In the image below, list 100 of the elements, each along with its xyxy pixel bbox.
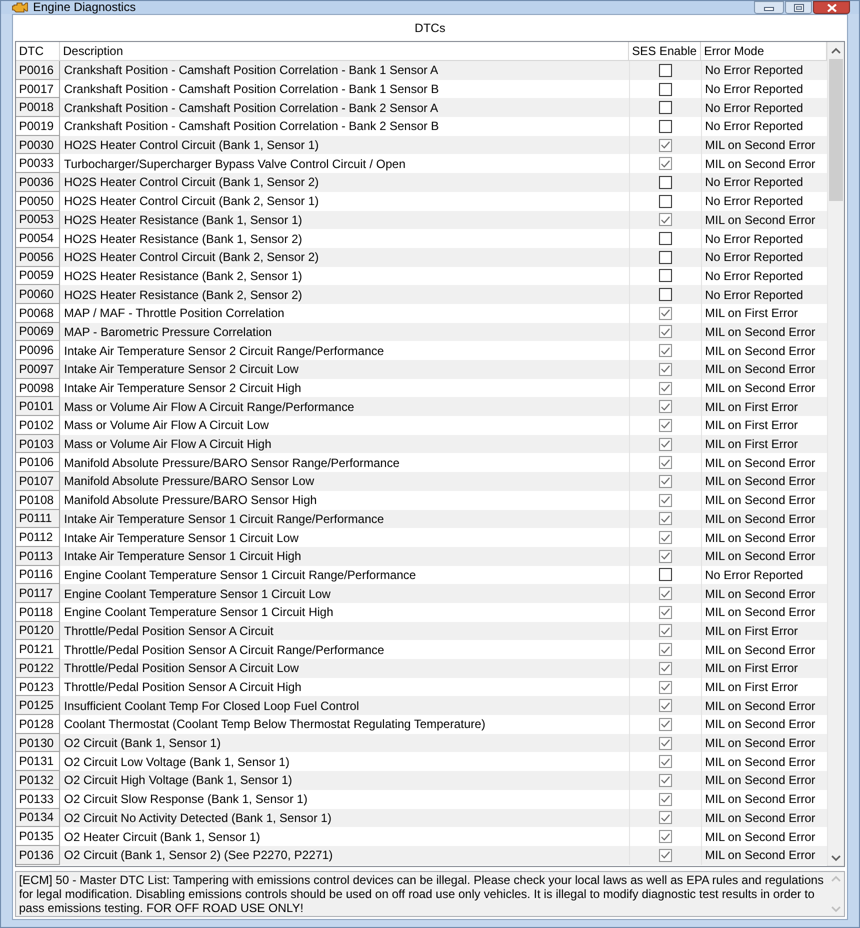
checkbox[interactable] xyxy=(659,438,672,451)
checkbox[interactable] xyxy=(659,680,672,694)
error-mode-text: MIL on First Error xyxy=(704,437,799,452)
checkbox[interactable] xyxy=(659,456,672,470)
error-mode-text: MIL on First Error xyxy=(704,624,799,638)
table-row[interactable]: P0113 Intake Air Temperature Sensor 1 Circuit High MIL on Second Error xyxy=(16,546,827,566)
checkbox[interactable] xyxy=(659,101,672,114)
checkbox[interactable] xyxy=(659,157,672,170)
checkbox[interactable] xyxy=(659,811,672,824)
checkmark-icon xyxy=(661,646,670,654)
table-row[interactable]: P0101 Mass or Volume Air Flow A Circuit Range/Performance MIL on First Error xyxy=(16,397,827,416)
checkbox[interactable] xyxy=(659,344,672,358)
table-row[interactable]: P0111 Intake Air Temperature Sensor 1 Circuit Range/Performance MIL on Second Error xyxy=(16,510,827,528)
checkbox[interactable] xyxy=(659,400,672,414)
error-mode-text: MIL on First Error xyxy=(704,661,799,676)
checkbox[interactable] xyxy=(659,64,672,77)
checkbox[interactable] xyxy=(659,830,672,844)
description-text: O2 Circuit High Voltage (Bank 1, Sensor 1) xyxy=(63,773,294,788)
table-row[interactable]: P0120 Throttle/Pedal Position Sensor A Circuit MIL on First Error xyxy=(16,622,827,640)
description-text: O2 Circuit Slow Response (Bank 1, Sensor 1) xyxy=(63,792,308,806)
checkbox[interactable] xyxy=(659,382,672,395)
checkbox[interactable] xyxy=(659,494,672,507)
error-mode-text: MIL on Second Error xyxy=(704,456,816,470)
checkmark-icon xyxy=(661,758,670,766)
checkbox[interactable] xyxy=(659,82,672,96)
panel-title: DTCs xyxy=(414,21,446,35)
table-row[interactable]: P0107 Manifold Absolute Pressure/BARO Sensor Low MIL on Second Error xyxy=(16,472,827,491)
table-row[interactable]: P0122 Throttle/Pedal Position Sensor A Circuit Low MIL on First Error xyxy=(16,659,827,678)
description-text: HO2S Heater Resistance (Bank 1, Sensor 1) xyxy=(63,212,304,227)
table-row[interactable]: P0125 Insufficient Coolant Temp For Closed Loop Fuel Control MIL on Second Error xyxy=(16,696,827,716)
checkbox[interactable] xyxy=(659,120,672,133)
maximize-button[interactable] xyxy=(785,1,812,14)
checkbox[interactable] xyxy=(659,138,672,152)
checkbox[interactable] xyxy=(659,531,672,544)
checkbox[interactable] xyxy=(659,755,672,768)
table-row[interactable]: P0056 HO2S Heater Control Circuit (Bank 2, Sensor 2) No Error Reported xyxy=(16,248,827,267)
table-row[interactable]: P0134 O2 Circuit No Activity Detected (Bank 1, Sensor 1) MIL on Second Error xyxy=(16,808,827,828)
description-text: O2 Circuit Low Voltage (Bank 1, Sensor 1) xyxy=(63,754,290,769)
table-row[interactable]: P0053 HO2S Heater Resistance (Bank 1, Sensor 1) MIL on Second Error xyxy=(16,210,827,230)
checkbox[interactable] xyxy=(659,306,672,320)
error-mode-text: No Error Reported xyxy=(704,250,804,264)
minimize-button[interactable] xyxy=(754,1,784,14)
close-icon xyxy=(826,4,836,12)
column-header[interactable]: DTC xyxy=(16,42,60,60)
table-row[interactable]: P0132 O2 Circuit High Voltage (Bank 1, Sensor 1) MIL on Second Error xyxy=(16,771,827,790)
checkbox[interactable] xyxy=(659,512,672,526)
checkbox[interactable] xyxy=(659,848,672,862)
checkbox[interactable] xyxy=(659,213,672,226)
description-text: Crankshaft Position - Camshaft Position Correlation - Bank 1 Sensor A xyxy=(63,63,440,78)
table-row[interactable]: P0116 Engine Coolant Temperature Sensor 1 Circuit Range/Performance No Error Reported xyxy=(16,566,827,584)
checkbox[interactable] xyxy=(659,550,672,563)
checkbox[interactable] xyxy=(659,232,672,246)
close-button[interactable] xyxy=(813,1,850,14)
table-row[interactable]: P0016 Crankshaft Position - Camshaft Position Correlation - Bank 1 Sensor A No Error Reported xyxy=(16,61,827,80)
table-row[interactable]: P0059 HO2S Heater Resistance (Bank 2, Sensor 1) No Error Reported xyxy=(16,266,827,286)
table-row[interactable]: P0018 Crankshaft Position - Camshaft Position Correlation - Bank 2 Sensor A No Error Reported xyxy=(16,98,827,118)
checkbox[interactable] xyxy=(659,774,672,787)
checkbox[interactable] xyxy=(659,624,672,638)
table-row[interactable]: P0117 Engine Coolant Temperature Sensor 1 Circuit Low MIL on Second Error xyxy=(16,584,827,603)
scrollbar-thumb[interactable] xyxy=(829,59,843,201)
checkbox[interactable] xyxy=(659,718,672,731)
checkbox[interactable] xyxy=(659,269,672,282)
checkbox[interactable] xyxy=(659,736,672,750)
checkbox[interactable] xyxy=(659,662,672,675)
description-text: HO2S Heater Control Circuit (Bank 2, Sensor 2) xyxy=(63,250,320,264)
checkbox[interactable] xyxy=(659,606,672,619)
table-row[interactable]: P0017 Crankshaft Position - Camshaft Position Correlation - Bank 1 Sensor B No Error Reported xyxy=(16,80,827,98)
error-mode-text: MIL on Second Error xyxy=(704,344,816,358)
error-mode-text: No Error Reported xyxy=(704,63,804,78)
column-header[interactable]: Description xyxy=(60,42,629,60)
checkbox[interactable] xyxy=(659,568,672,582)
checkbox[interactable] xyxy=(659,362,672,376)
checkbox[interactable] xyxy=(659,418,672,432)
column-header[interactable]: SES Enable xyxy=(629,42,701,60)
checkbox[interactable] xyxy=(659,194,672,208)
checkbox[interactable] xyxy=(659,474,672,488)
table-row[interactable]: P0060 HO2S Heater Resistance (Bank 2, Sensor 2) No Error Reported xyxy=(16,285,827,304)
checkbox[interactable] xyxy=(659,250,672,264)
checkbox[interactable] xyxy=(659,288,672,302)
checkbox[interactable] xyxy=(659,792,672,806)
table-row[interactable]: P0036 HO2S Heater Control Circuit (Bank 1, Sensor 2) No Error Reported xyxy=(16,173,827,192)
error-mode-text: No Error Reported xyxy=(704,194,804,208)
checkbox[interactable] xyxy=(659,699,672,712)
table-row[interactable]: P0030 HO2S Heater Control Circuit (Bank 1, Sensor 1) MIL on Second Error xyxy=(16,136,827,154)
checkbox[interactable] xyxy=(659,587,672,600)
scrollbar[interactable] xyxy=(827,42,844,866)
table-row[interactable]: P0069 MAP - Barometric Pressure Correlation MIL on Second Error xyxy=(16,322,827,342)
table-row[interactable]: P0097 Intake Air Temperature Sensor 2 Circuit Low MIL on Second Error xyxy=(16,360,827,379)
checkbox[interactable] xyxy=(659,325,672,338)
checkbox[interactable] xyxy=(659,643,672,656)
description-text: Insufficient Coolant Temp For Closed Loop Fuel Control xyxy=(63,698,360,713)
table-row[interactable]: P0130 O2 Circuit (Bank 1, Sensor 1) MIL on Second Error xyxy=(16,734,827,752)
error-mode-text: MIL on First Error xyxy=(704,418,799,432)
table-row[interactable]: P0103 Mass or Volume Air Flow A Circuit High MIL on First Error xyxy=(16,434,827,454)
checkbox[interactable] xyxy=(659,176,672,189)
table-row[interactable]: P0136 O2 Circuit (Bank 1, Sensor 2) (See P2270, P2271) MIL on Second Error xyxy=(16,846,827,865)
error-mode-text: MIL on Second Error xyxy=(704,736,816,750)
description-text: Turbocharger/Supercharger Bypass Valve Control Circuit / Open xyxy=(63,156,406,171)
table-row[interactable]: P0098 Intake Air Temperature Sensor 2 Circuit High MIL on Second Error xyxy=(16,378,827,398)
table-row[interactable]: P0123 Throttle/Pedal Position Sensor A Circuit High MIL on First Error xyxy=(16,678,827,696)
